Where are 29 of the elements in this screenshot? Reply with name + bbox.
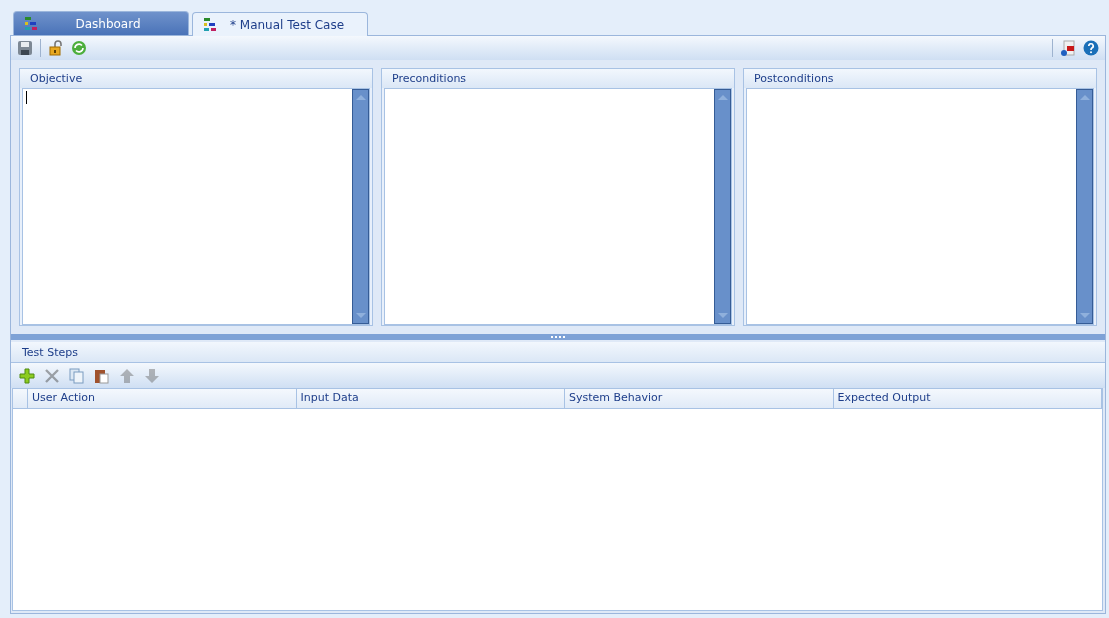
plus-icon[interactable] (19, 367, 35, 384)
column-header[interactable]: User Action (28, 389, 297, 408)
column-header[interactable]: System Behavior (565, 389, 834, 408)
tab[interactable]: Dashboard (13, 11, 189, 35)
document-export-icon[interactable] (1060, 40, 1076, 56)
diagram-icon (24, 16, 38, 31)
help-icon[interactable] (1083, 40, 1099, 56)
panel-title: Postconditions (754, 72, 834, 85)
panel-title: Preconditions (392, 72, 467, 85)
scrollbar[interactable] (714, 89, 731, 324)
scroll-up-icon[interactable] (717, 94, 728, 100)
section-title: Test Steps (22, 345, 78, 359)
column-header[interactable]: Input Data (296, 389, 565, 408)
scroll-up-icon[interactable] (355, 94, 366, 100)
copy-icon[interactable] (69, 367, 85, 384)
scroll-down-icon[interactable] (1079, 313, 1090, 319)
refresh-icon[interactable] (71, 40, 87, 56)
scroll-down-icon[interactable] (355, 313, 366, 319)
tab[interactable]: * Manual Test Case (192, 12, 368, 36)
padlock-icon[interactable] (48, 40, 64, 56)
column-header[interactable]: Expected Output (833, 389, 1102, 408)
save-icon[interactable] (17, 40, 33, 56)
diagram-icon (203, 17, 217, 32)
scroll-down-icon[interactable] (717, 313, 728, 319)
scrollbar[interactable] (352, 89, 369, 324)
panel-title: Objective (30, 72, 83, 85)
scroll-up-icon[interactable] (1079, 94, 1090, 100)
paste-icon[interactable] (94, 367, 110, 384)
scrollbar[interactable] (1076, 89, 1093, 324)
